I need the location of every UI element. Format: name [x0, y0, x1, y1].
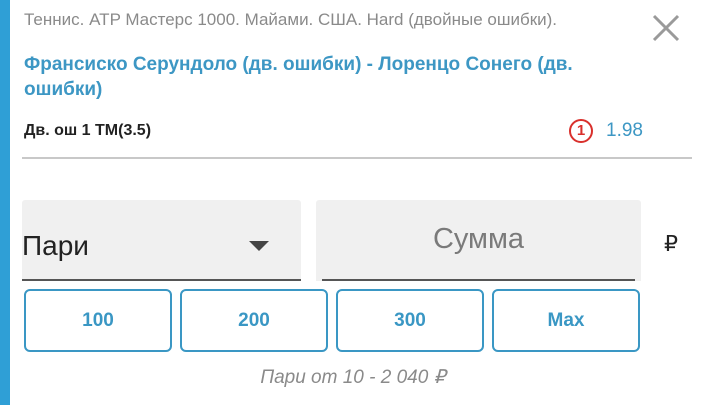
field-underline	[322, 279, 635, 281]
field-underline	[22, 279, 301, 281]
bet-type-value: Пари	[22, 230, 89, 261]
divider	[22, 157, 692, 159]
quick-amount-200-button[interactable]: 200	[180, 289, 328, 352]
dropdown-arrow-icon	[249, 241, 269, 251]
bet-limits-text: Пари от 10 - 2 040 ₽	[260, 367, 446, 388]
bet-type-select[interactable]: Пари	[22, 200, 301, 281]
market-label: Дв. ош 1 ТМ(3.5)	[24, 122, 152, 139]
odds-value: 1.98	[606, 120, 643, 141]
quick-amount-100-button[interactable]: 100	[24, 289, 172, 352]
amount-input[interactable]	[316, 200, 641, 279]
quick-amount-max-button[interactable]: Max	[492, 289, 640, 352]
accent-bar	[0, 0, 10, 405]
event-title[interactable]: Франсиско Серундоло (дв. ошибки) - Лорен…	[24, 52, 636, 102]
amount-field[interactable]	[316, 200, 641, 281]
close-button[interactable]	[648, 10, 684, 46]
tournament-info: Теннис. ATP Мастерс 1000. Майами. США. H…	[24, 10, 558, 29]
currency-symbol: ₽	[664, 231, 678, 256]
odds-change-icon: 1	[569, 119, 593, 143]
close-icon	[652, 14, 680, 42]
quick-amount-300-button[interactable]: 300	[336, 289, 484, 352]
